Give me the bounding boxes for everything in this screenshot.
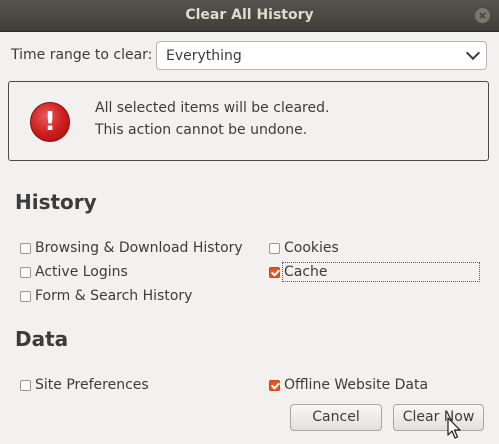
close-window-button[interactable]: ×: [474, 7, 491, 24]
cancel-button[interactable]: Cancel: [290, 404, 382, 431]
checkbox-box[interactable]: [269, 266, 280, 278]
checkbox-offline-website-data[interactable]: Offline Website Data: [269, 375, 428, 395]
checkbox-label: Active Logins: [35, 264, 128, 280]
time-range-label: Time range to clear:: [11, 47, 153, 63]
time-range-select[interactable]: Everything: [156, 41, 487, 70]
checkbox-browsing-download-history[interactable]: Browsing & Download History: [20, 238, 243, 258]
error-icon: !: [30, 102, 70, 142]
checkbox-box[interactable]: [20, 379, 31, 391]
checkbox-box[interactable]: [269, 242, 280, 254]
checkbox-label: Offline Website Data: [284, 377, 429, 393]
data-heading: Data: [15, 327, 69, 351]
checkbox-cookies[interactable]: Cookies: [269, 238, 339, 258]
warning-text-line1: All selected items will be cleared.: [95, 100, 330, 116]
checkbox-form-search-history[interactable]: Form & Search History: [20, 286, 192, 306]
chevron-down-icon: [465, 45, 481, 61]
checkbox-label: Browsing & Download History: [35, 240, 243, 256]
checkbox-box[interactable]: [20, 290, 31, 302]
checkbox-label: Cookies: [284, 240, 339, 256]
warning-box: ! All selected items will be cleared. Th…: [8, 81, 489, 161]
close-icon: ×: [477, 9, 488, 22]
mouse-cursor-icon: [447, 417, 461, 439]
warning-text-line2: This action cannot be undone.: [95, 122, 308, 138]
checkbox-label: Cache: [284, 264, 328, 280]
checkbox-box[interactable]: [20, 242, 31, 254]
title-bar: Clear All History ×: [0, 0, 499, 32]
checkbox-label: Form & Search History: [35, 288, 193, 304]
checkbox-active-logins[interactable]: Active Logins: [20, 262, 128, 282]
time-range-value: Everything: [166, 48, 242, 64]
checkbox-label: Site Preferences: [35, 377, 149, 393]
clear-now-button[interactable]: Clear Now: [393, 404, 484, 431]
checkbox-box[interactable]: [20, 266, 31, 278]
checkbox-site-preferences[interactable]: Site Preferences: [20, 375, 149, 395]
checkbox-box[interactable]: [269, 379, 280, 391]
checkbox-cache[interactable]: Cache: [269, 262, 328, 282]
window-title: Clear All History: [185, 7, 314, 23]
history-heading: History: [15, 190, 97, 214]
